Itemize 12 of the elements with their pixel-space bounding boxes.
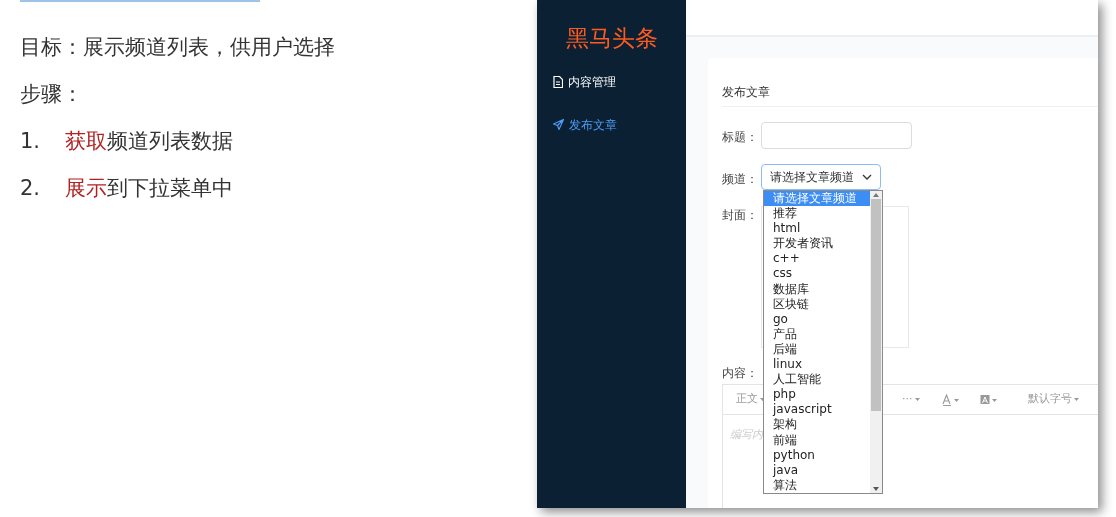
card-title: 发布文章 — [722, 58, 1098, 107]
step-number: 2. — [20, 175, 42, 201]
steps-heading: 步骤： — [20, 81, 84, 107]
field-label: 内容： — [722, 365, 758, 382]
logo-text: 黑马头条 — [564, 24, 659, 53]
field-label: 频道： — [722, 171, 759, 188]
field-label: 封面： — [722, 207, 759, 224]
step-text: 展示到下拉菜单中 — [65, 175, 233, 201]
step-number: 1. — [20, 128, 42, 154]
step-text: 获取频道列表数据 — [65, 128, 233, 154]
field-label: 标题： — [722, 129, 759, 146]
goal-text: 目标：展示频道列表，供用户选择 — [20, 34, 336, 60]
